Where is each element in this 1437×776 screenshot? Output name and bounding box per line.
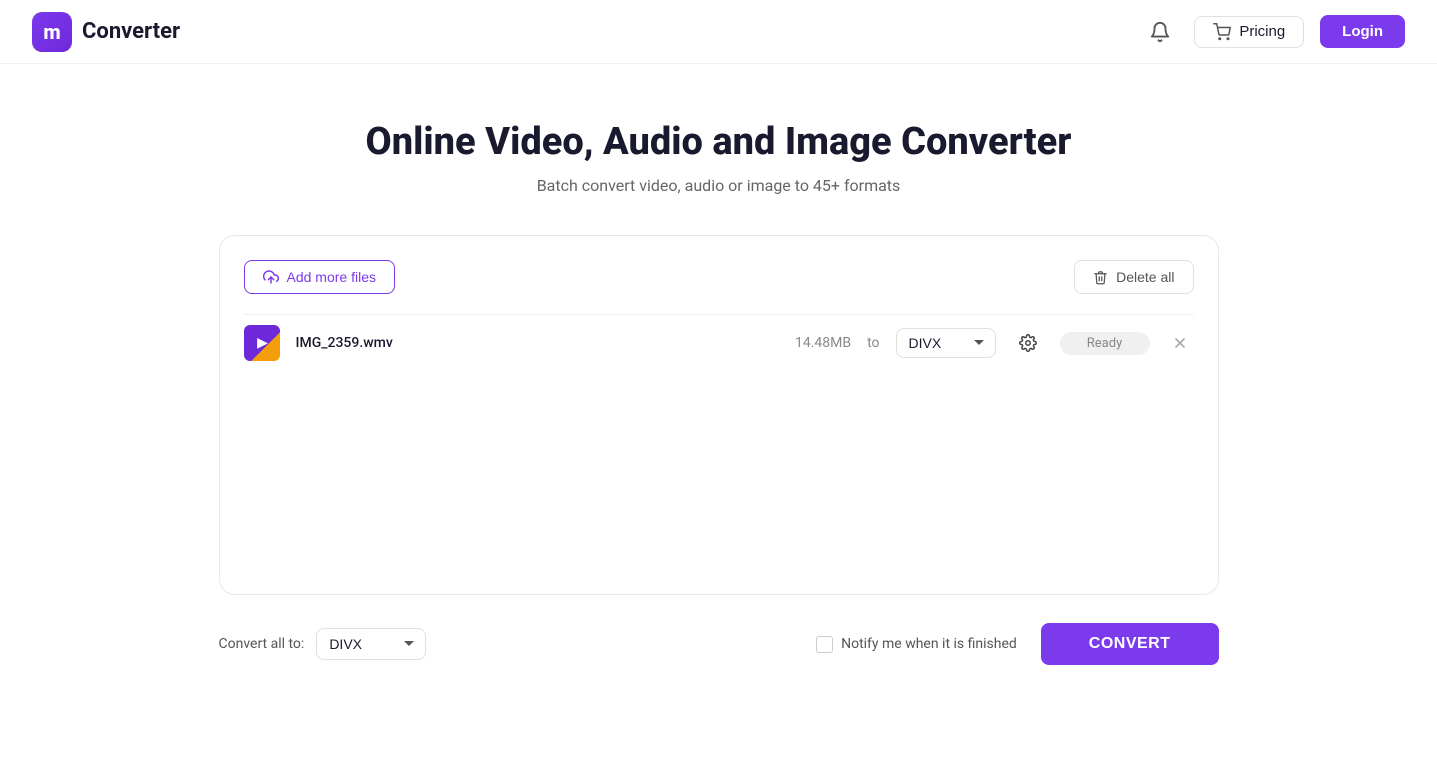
main-content: Online Video, Audio and Image Converter …	[0, 64, 1437, 685]
bell-icon	[1149, 21, 1171, 43]
notify-area: Notify me when it is finished	[816, 636, 1017, 653]
to-label: to	[867, 335, 879, 351]
header: m Converter Pricing Login	[0, 0, 1437, 64]
file-panel-toolbar: Add more files Delete all	[244, 260, 1194, 294]
file-row: ▶ IMG_2359.wmv 14.48MB to DIVX MP4 AVI M…	[244, 314, 1194, 371]
close-icon	[1172, 335, 1188, 351]
thumb-inner: ▶	[244, 325, 280, 361]
remove-file-button[interactable]	[1166, 329, 1194, 357]
file-panel: Add more files Delete all ▶ IMG_2359.wmv…	[219, 235, 1219, 595]
gear-icon	[1019, 334, 1037, 352]
logo-icon: m	[32, 12, 72, 52]
bell-button[interactable]	[1142, 14, 1178, 50]
convert-all-area: Convert all to: DIVX MP4 AVI MOV MKV WMV…	[219, 628, 427, 660]
hero-subtitle: Batch convert video, audio or image to 4…	[537, 176, 901, 195]
file-name: IMG_2359.wmv	[296, 335, 766, 351]
add-files-button[interactable]: Add more files	[244, 260, 395, 294]
format-select[interactable]: DIVX MP4 AVI MOV MKV WMV FLV WebM MP3 AA…	[896, 328, 996, 358]
file-size: 14.48MB	[781, 335, 851, 351]
upload-icon	[263, 269, 279, 285]
notify-checkbox[interactable]	[816, 636, 833, 653]
header-actions: Pricing Login	[1142, 14, 1405, 50]
delete-all-button[interactable]: Delete all	[1074, 260, 1193, 294]
convert-button[interactable]: CONVERT	[1041, 623, 1219, 665]
right-bar-actions: Notify me when it is finished CONVERT	[816, 623, 1218, 665]
hero-title: Online Video, Audio and Image Converter	[366, 120, 1072, 164]
pricing-button[interactable]: Pricing	[1194, 16, 1304, 48]
app-name: Converter	[82, 19, 180, 44]
pricing-label: Pricing	[1239, 23, 1285, 40]
cart-icon	[1213, 23, 1231, 41]
login-button[interactable]: Login	[1320, 15, 1405, 48]
logo-area: m Converter	[32, 12, 180, 52]
notify-label[interactable]: Notify me when it is finished	[841, 636, 1017, 652]
bottom-bar: Convert all to: DIVX MP4 AVI MOV MKV WMV…	[219, 603, 1219, 685]
play-icon: ▶	[257, 335, 268, 351]
settings-button[interactable]	[1012, 327, 1044, 359]
convert-all-select[interactable]: DIVX MP4 AVI MOV MKV WMV FLV WebM MP3	[316, 628, 426, 660]
file-thumbnail: ▶	[244, 325, 280, 361]
trash-icon	[1093, 270, 1108, 285]
status-badge: Ready	[1060, 332, 1150, 355]
convert-all-label: Convert all to:	[219, 636, 305, 652]
